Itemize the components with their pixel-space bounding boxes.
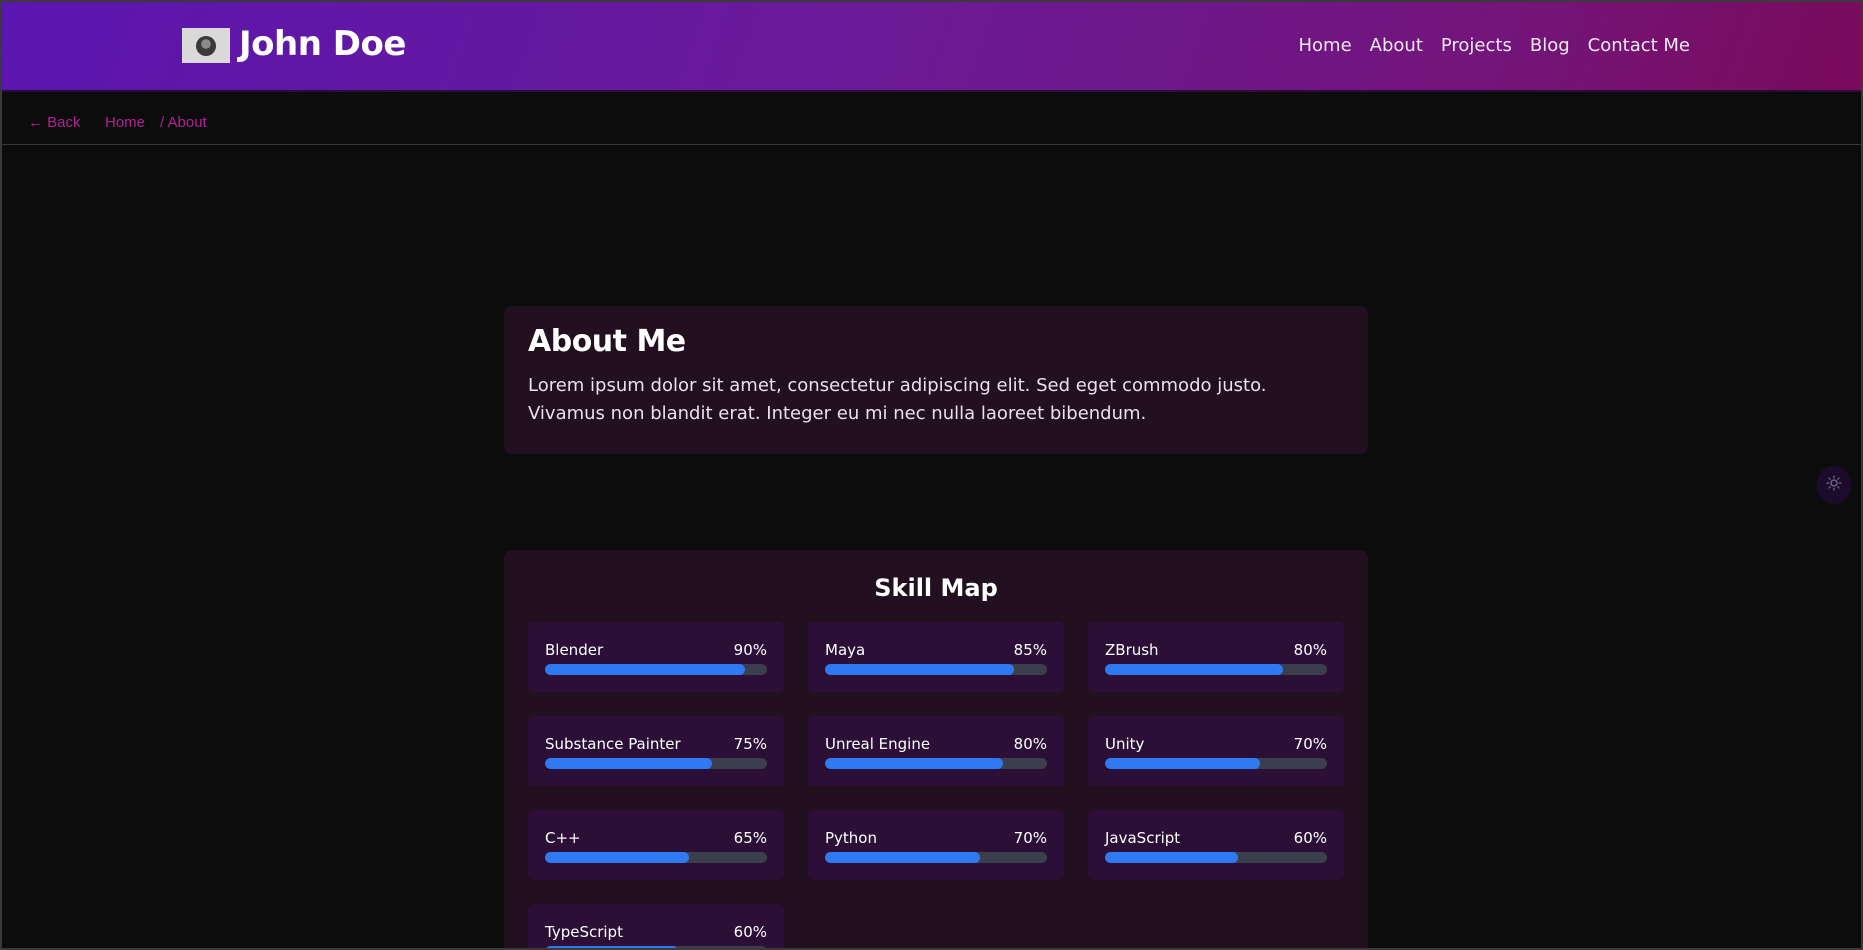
brand-name[interactable]: John Doe xyxy=(239,22,406,66)
skill-name: JavaScript xyxy=(1105,829,1181,847)
theme-toggle-button[interactable] xyxy=(1817,466,1851,504)
avatar xyxy=(196,35,216,56)
skill-percent: 90% xyxy=(733,641,767,659)
about-card: About Me Lorem ipsum dolor sit amet, con… xyxy=(504,306,1368,454)
site-header: John Doe Home About Projects Blog Contac… xyxy=(2,2,1861,92)
skill-name: Python xyxy=(825,829,877,847)
nav-about[interactable]: About xyxy=(1370,35,1423,56)
skill-progress-fill xyxy=(1105,852,1239,863)
skill-progress-fill xyxy=(1105,758,1261,769)
skill-name: Maya xyxy=(825,641,866,659)
skill-card: Maya 85% xyxy=(808,622,1064,692)
skill-percent: 70% xyxy=(1013,829,1047,847)
skill-percent: 60% xyxy=(1293,829,1327,847)
skill-card: Unreal Engine 80% xyxy=(808,716,1064,786)
skill-map-title: Skill Map xyxy=(874,574,998,602)
nav-projects[interactable]: Projects xyxy=(1441,35,1512,56)
skill-card: Unity 70% xyxy=(1088,716,1344,786)
nav-home[interactable]: Home xyxy=(1299,35,1352,56)
skill-progress-fill xyxy=(825,758,1003,769)
skill-card: Substance Painter 75% xyxy=(528,716,784,786)
about-body: Lorem ipsum dolor sit amet, consectetur … xyxy=(528,375,1267,424)
skill-name: Substance Painter xyxy=(545,735,681,753)
skill-percent: 80% xyxy=(1013,735,1047,753)
skill-progress-track xyxy=(1105,664,1327,675)
skill-progress-track xyxy=(545,758,767,769)
skill-percent: 65% xyxy=(733,829,767,847)
skill-card: JavaScript 60% xyxy=(1088,810,1344,880)
nav-blog[interactable]: Blog xyxy=(1530,35,1570,56)
skill-name: Unreal Engine xyxy=(825,735,931,753)
main-nav: Home About Projects Blog Contact Me xyxy=(1299,35,1691,56)
skill-map-card: Skill Map Blender 90% Maya 85% ZBrush 80% Subs… xyxy=(504,550,1368,948)
skill-progress-fill xyxy=(545,852,690,863)
skill-progress-track xyxy=(545,852,767,863)
skill-name: ZBrush xyxy=(1105,641,1159,659)
skill-progress-fill xyxy=(1105,664,1283,675)
back-link[interactable]: ← Back xyxy=(28,114,81,131)
skill-progress-fill xyxy=(825,852,981,863)
skill-percent: 60% xyxy=(733,923,767,941)
skill-progress-track xyxy=(545,664,767,675)
logo-image[interactable] xyxy=(182,28,230,63)
skill-progress-fill xyxy=(545,758,712,769)
skill-card: Python 70% xyxy=(808,810,1064,880)
skill-grid: Blender 90% Maya 85% ZBrush 80% Substance Pain… xyxy=(528,622,1344,948)
skill-card: C++ 65% xyxy=(528,810,784,880)
skill-progress-track xyxy=(545,946,767,948)
skill-progress-fill xyxy=(545,664,745,675)
nav-contact[interactable]: Contact Me xyxy=(1588,35,1690,56)
skill-progress-track xyxy=(825,852,1047,863)
skill-progress-track xyxy=(1105,758,1327,769)
skill-name: C++ xyxy=(545,829,581,847)
breadcrumb-current: / About xyxy=(160,114,207,131)
breadcrumb-home[interactable]: Home xyxy=(105,114,145,131)
skill-percent: 70% xyxy=(1293,735,1327,753)
sun-icon xyxy=(1826,475,1842,495)
skill-name: TypeScript xyxy=(545,923,623,941)
skill-name: Blender xyxy=(545,641,604,659)
skill-progress-fill xyxy=(825,664,1014,675)
skill-name: Unity xyxy=(1105,735,1145,753)
page: John Doe Home About Projects Blog Contac… xyxy=(0,0,1863,950)
skill-progress-track xyxy=(825,758,1047,769)
about-title: About Me xyxy=(528,324,686,359)
skill-percent: 75% xyxy=(733,735,767,753)
skill-card: TypeScript 60% xyxy=(528,904,784,948)
breadcrumb-bar: ← Back Home / About xyxy=(2,92,1861,145)
skill-card: Blender 90% xyxy=(528,622,784,692)
skill-progress-track xyxy=(1105,852,1327,863)
skill-percent: 80% xyxy=(1293,641,1327,659)
skill-percent: 85% xyxy=(1013,641,1047,659)
skill-card: ZBrush 80% xyxy=(1088,622,1344,692)
skill-progress-fill xyxy=(545,946,679,948)
skill-progress-track xyxy=(825,664,1047,675)
